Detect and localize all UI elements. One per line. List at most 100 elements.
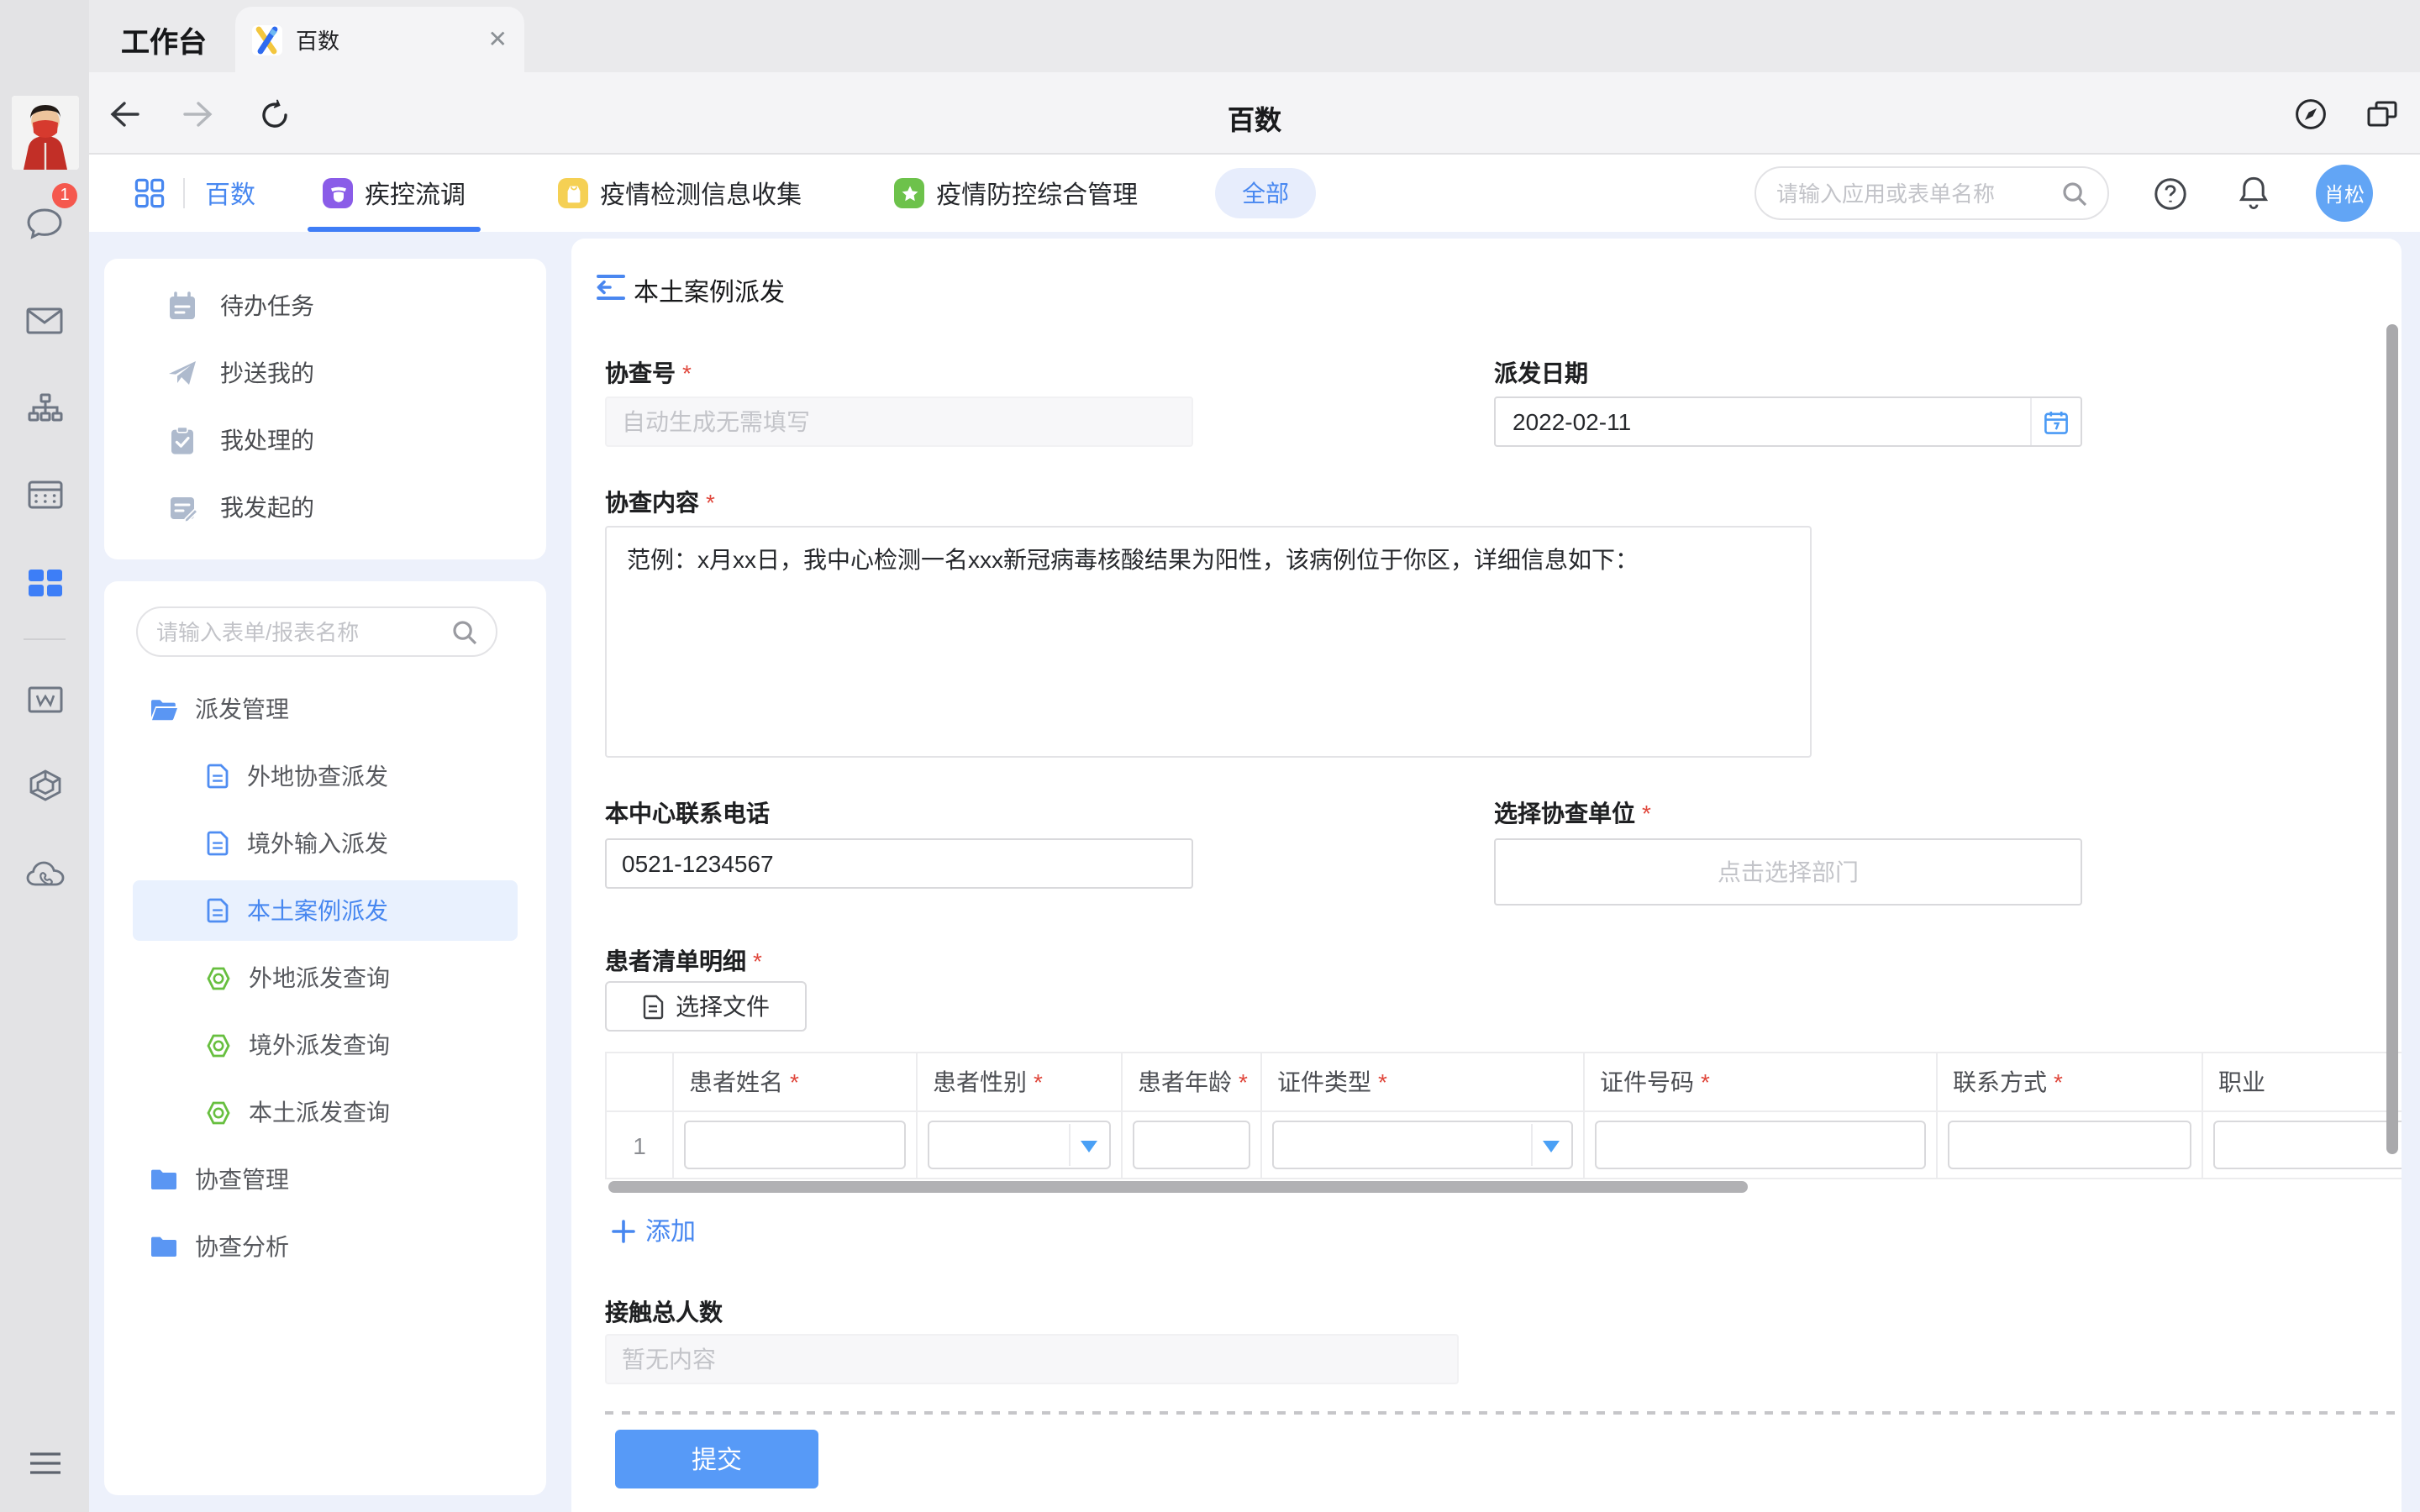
- docs-w-icon[interactable]: [0, 669, 89, 729]
- patient-gender-select[interactable]: [928, 1121, 1111, 1169]
- patient-table: 患者姓名* 患者性别* 患者年龄* 证件类型* 证件号码* 联系方式* 职业 1: [605, 1052, 2402, 1179]
- query-report-icon: [205, 1100, 232, 1125]
- screen: 1: [0, 0, 2420, 1512]
- field-label-phone: 本中心联系电话: [605, 796, 770, 830]
- quick-item-label: 我处理的: [220, 423, 314, 457]
- tree-item-waidi-xiecha[interactable]: 外地协查派发: [104, 743, 546, 810]
- col-occupation: 职业: [2202, 1053, 2402, 1111]
- tree-search-input[interactable]: [156, 619, 452, 644]
- collapse-panel-icon[interactable]: [597, 274, 625, 301]
- app-search-input[interactable]: [1776, 181, 2062, 206]
- tree-item-bentu-anli-selected[interactable]: 本土案例派发: [104, 877, 546, 944]
- tree-folder-xiecha-mgmt[interactable]: 协查管理: [104, 1146, 546, 1213]
- handled-clipboard-icon: [166, 424, 198, 456]
- quick-item-todo[interactable]: 待办任务: [104, 272, 546, 339]
- tab-close-icon[interactable]: ✕: [488, 25, 508, 54]
- browser-tab[interactable]: 百数 ✕: [235, 7, 524, 72]
- hamburger-menu-icon[interactable]: [0, 1433, 89, 1494]
- form-vertical-scrollbar[interactable]: [2386, 324, 2398, 1154]
- nav-tab-prevention[interactable]: 疫情防控综合管理: [894, 155, 1138, 232]
- required-marker: *: [2054, 1068, 2063, 1095]
- table-horizontal-scrollbar[interactable]: [608, 1181, 1748, 1193]
- tree-item-jingwai-shuru[interactable]: 境外输入派发: [104, 810, 546, 877]
- patient-table-row: 1: [606, 1111, 2402, 1179]
- rail-divider: [24, 638, 66, 640]
- window-tab-bar: 工作台 百数 ✕: [89, 0, 2420, 72]
- contact-input[interactable]: [1948, 1121, 2191, 1169]
- select-unit-box[interactable]: 点击选择部门: [1494, 838, 2082, 906]
- patient-name-input[interactable]: [684, 1121, 906, 1169]
- choose-file-button[interactable]: 选择文件: [605, 981, 807, 1032]
- required-marker: *: [753, 948, 762, 974]
- case-no-input[interactable]: [605, 396, 1193, 447]
- tree-item-label: 本土派发查询: [249, 1095, 390, 1129]
- apps-grid-icon[interactable]: [134, 178, 165, 208]
- id-type-select[interactable]: [1272, 1121, 1573, 1169]
- workbench-grid-icon[interactable]: [0, 553, 89, 613]
- field-label-content: 协查内容*: [605, 486, 715, 519]
- nav-home-baishu[interactable]: 百数: [205, 176, 255, 211]
- tree-item-waidi-query[interactable]: 外地派发查询: [104, 944, 546, 1011]
- tree-item-bentu-query[interactable]: 本土派发查询: [104, 1079, 546, 1146]
- tree-item-jingwai-query[interactable]: 境外派发查询: [104, 1011, 546, 1079]
- add-row-link[interactable]: 添加: [612, 1213, 696, 1248]
- required-marker: *: [706, 489, 715, 516]
- col-contact: 联系方式*: [1937, 1053, 2202, 1111]
- calendar-grid-icon[interactable]: [0, 464, 89, 524]
- quick-item-handled[interactable]: 我处理的: [104, 407, 546, 474]
- search-icon: [452, 619, 477, 644]
- active-tab-underline: [308, 227, 481, 232]
- navbar-divider: [183, 178, 185, 208]
- content-area: 待办任务 抄送我的 我处理的: [89, 232, 2420, 1512]
- total-contacts-input[interactable]: [605, 1334, 1459, 1384]
- occupation-input[interactable]: [2213, 1121, 2402, 1169]
- calendar-icon[interactable]: [2030, 398, 2081, 445]
- quick-item-initiated[interactable]: 我发起的: [104, 474, 546, 541]
- mail-icon[interactable]: [0, 291, 89, 351]
- baishu-favicon: [252, 24, 282, 55]
- initiated-edit-icon: [166, 491, 198, 523]
- open-in-window-icon[interactable]: [2360, 92, 2403, 136]
- patient-age-input[interactable]: [1133, 1121, 1250, 1169]
- page-title: 百数: [89, 97, 2420, 138]
- cloud-call-icon[interactable]: [0, 843, 89, 904]
- col-patient-name: 患者姓名*: [673, 1053, 917, 1111]
- center-phone-input[interactable]: [605, 838, 1193, 889]
- row-number-header: [606, 1053, 673, 1111]
- tree-item-label: 协查分析: [195, 1230, 289, 1263]
- nav-tab-cdc[interactable]: 疾控流调: [323, 155, 466, 232]
- user-name-avatar[interactable]: 肖松: [2316, 165, 2373, 222]
- todo-calendar-icon: [166, 290, 198, 322]
- tree-folder-xiecha-analysis[interactable]: 协查分析: [104, 1213, 546, 1280]
- tree-list: 派发管理 外地协查派发 境外输入派发: [104, 675, 546, 1280]
- required-marker: *: [682, 360, 692, 386]
- dropdown-arrow-icon: [1081, 1141, 1097, 1152]
- form-doc-icon: [205, 897, 230, 924]
- form-doc-icon: [205, 830, 230, 857]
- chat-icon[interactable]: 1: [0, 193, 89, 254]
- quick-item-cc[interactable]: 抄送我的: [104, 339, 546, 407]
- workspace-title: 工作台: [121, 18, 207, 60]
- id-number-input[interactable]: [1595, 1121, 1926, 1169]
- required-marker: *: [1239, 1068, 1248, 1095]
- submit-button[interactable]: 提交: [615, 1430, 818, 1488]
- dispatch-date-picker[interactable]: 2022-02-11: [1494, 396, 2082, 447]
- user-photo-avatar[interactable]: [12, 96, 79, 170]
- form-tree-panel: 派发管理 外地协查派发 境外输入派发: [104, 581, 546, 1495]
- help-icon[interactable]: [2153, 176, 2188, 211]
- tree-item-label: 外地派发查询: [249, 961, 390, 995]
- all-apps-pill[interactable]: 全部: [1215, 168, 1316, 218]
- app-search-box[interactable]: [1754, 166, 2109, 220]
- cc-plane-icon: [166, 357, 198, 389]
- content-textarea[interactable]: 范例：x月xx日，我中心检测一名xxx新冠病毒核酸结果为阳性，该病例位于你区，详…: [605, 526, 1812, 758]
- nav-tab-test-collect[interactable]: 疫情检测信息收集: [558, 155, 802, 232]
- tree-search-box[interactable]: [136, 606, 497, 657]
- required-marker: *: [1378, 1068, 1387, 1095]
- folder-closed-icon: [150, 1168, 178, 1191]
- tree-folder-dispatch-mgmt[interactable]: 派发管理: [104, 675, 546, 743]
- org-chart-icon[interactable]: [0, 378, 89, 438]
- cube-app-icon[interactable]: [0, 754, 89, 815]
- explore-compass-icon[interactable]: [2289, 92, 2333, 136]
- notifications-bell-icon[interactable]: [2237, 175, 2270, 212]
- field-label-unit: 选择协查单位*: [1494, 796, 1651, 830]
